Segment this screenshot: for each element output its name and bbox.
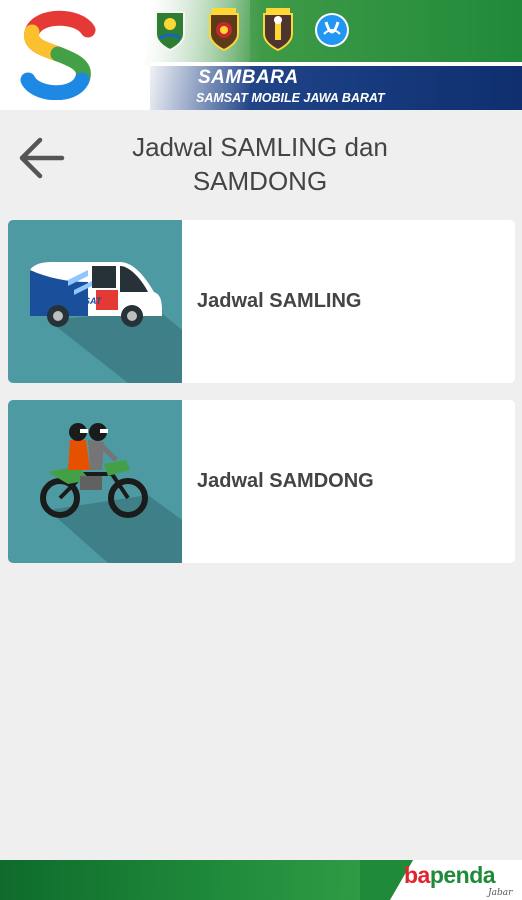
app-header: SAMBARA SAMSAT MOBILE JAWA BARAT [0, 0, 522, 110]
samling-image: SAMSAT [8, 220, 182, 383]
samdong-image [8, 400, 182, 563]
jasa-raharja-emblem-icon [315, 13, 349, 47]
polda-jabar-emblem-icon [209, 8, 239, 52]
bapenda-logo: bapenda [404, 862, 496, 889]
polri-emblem-icon [263, 8, 293, 52]
footer-green-band [0, 860, 360, 900]
jawa-barat-emblem-icon [155, 11, 185, 52]
emblem-row [152, 6, 350, 54]
motorbike-riders-icon [40, 423, 182, 563]
title-bar: Jadwal SAMLING dan SAMDONG [0, 110, 522, 210]
menu-card-samling[interactable]: SAMSAT Jadwal SAMLING [8, 220, 515, 383]
menu-label-samling: Jadwal SAMLING [197, 290, 362, 312]
bapenda-logo-part2: penda [429, 862, 496, 888]
samsat-keliling-van-icon: SAMSAT [30, 262, 182, 383]
menu-card-samdong[interactable]: Jadwal SAMDONG [8, 400, 515, 563]
page-title: Jadwal SAMLING dan SAMDONG [132, 132, 388, 196]
brand-subtitle: SAMSAT MOBILE JAWA BARAT [196, 91, 385, 105]
bapenda-sub: Jabar [488, 888, 513, 898]
van-text: SAMSAT [64, 296, 103, 306]
bapenda-logo-part1: ba [404, 862, 430, 888]
brand-title: SAMBARA [198, 67, 299, 88]
menu-label-samdong: Jadwal SAMDONG [197, 470, 374, 492]
arrow-left-icon[interactable] [14, 130, 70, 186]
sambara-s-logo-icon [20, 10, 96, 100]
app-footer: bapenda Jabar [0, 860, 522, 900]
